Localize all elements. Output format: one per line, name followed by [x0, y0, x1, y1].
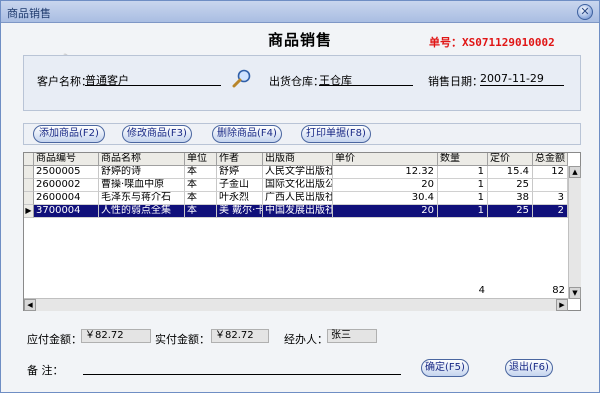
customer-label: 客户名称：: [37, 75, 92, 88]
column-header[interactable]: 数量: [438, 153, 488, 166]
sale-date-field[interactable]: 2007-11-29: [480, 72, 564, 86]
warehouse-label: 出货仓库：: [269, 75, 324, 88]
sales-window: 商品销售 ✕ 商品销售 单号：XS071129010002 客户名称： 普通客户…: [0, 0, 600, 393]
table-cell[interactable]: 本: [185, 192, 217, 205]
customer-field[interactable]: 普通客户: [85, 72, 221, 87]
delete-item-button[interactable]: 删除商品(F4): [212, 125, 282, 143]
table-cell-selected[interactable]: 3700004: [34, 205, 99, 218]
column-header[interactable]: 总金额: [533, 153, 568, 166]
items-table: 商品编号 商品名称 单位 作者 出版商 单价 数量 定价 总金额 2500005…: [23, 152, 581, 311]
row-header[interactable]: [24, 179, 34, 192]
table-cell[interactable]: 本: [185, 179, 217, 192]
table-cell-selected[interactable]: 1: [438, 205, 488, 218]
column-header[interactable]: 单位: [185, 153, 217, 166]
horizontal-scrollbar[interactable]: ◀ ▶: [24, 298, 568, 311]
table-cell-selected[interactable]: 本: [185, 205, 217, 218]
table-cell[interactable]: 12.32: [333, 166, 438, 179]
table-cell[interactable]: 38: [488, 192, 533, 205]
vertical-scrollbar[interactable]: ▲ ▼: [568, 166, 581, 299]
table-cell[interactable]: 舒婷的诗: [99, 166, 185, 179]
scroll-left-icon[interactable]: ◀: [24, 299, 36, 311]
scroll-down-icon[interactable]: ▼: [569, 287, 581, 299]
search-icon[interactable]: [232, 68, 252, 88]
memo-field[interactable]: [83, 361, 401, 375]
table-cell[interactable]: 本: [185, 166, 217, 179]
table-cell[interactable]: 2500005: [34, 166, 99, 179]
add-item-button[interactable]: 添加商品(F2): [33, 125, 105, 143]
table-cell-selected[interactable]: 2: [533, 205, 568, 218]
total-amount: 82: [552, 285, 565, 296]
table-cell[interactable]: 2600004: [34, 192, 99, 205]
table-cell[interactable]: 15.4: [488, 166, 533, 179]
table-cell[interactable]: 人民文学出版社: [263, 166, 333, 179]
total-quantity: 4: [478, 285, 485, 296]
table-cell-selected[interactable]: 25: [488, 205, 533, 218]
table-cell[interactable]: 12: [533, 166, 568, 179]
table-cell[interactable]: 叶永烈: [217, 192, 263, 205]
selected-row-marker-icon[interactable]: ▶: [24, 205, 34, 218]
memo-label: 备 注：: [27, 364, 64, 377]
column-header[interactable]: 定价: [488, 153, 533, 166]
paid-label: 实付金额：: [155, 333, 210, 346]
table-cell[interactable]: 毛泽东与蒋介石: [99, 192, 185, 205]
table-cell[interactable]: 2600002: [34, 179, 99, 192]
table-cell[interactable]: 曹操·喋血中原: [99, 179, 185, 192]
column-header[interactable]: 出版商: [263, 153, 333, 166]
table-cell[interactable]: 国际文化出版公: [263, 179, 333, 192]
table-cell-selected[interactable]: 人性的弱点全集: [99, 205, 185, 218]
handler-field[interactable]: 张三: [327, 329, 377, 343]
column-header[interactable]: 单价: [333, 153, 438, 166]
order-number: 单号：XS071129010002: [429, 36, 555, 49]
row-header[interactable]: [24, 166, 34, 179]
column-header[interactable]: 商品名称: [99, 153, 185, 166]
row-header-corner: [24, 153, 34, 166]
warehouse-field[interactable]: 王仓库: [319, 72, 413, 87]
scroll-right-icon[interactable]: ▶: [556, 299, 568, 311]
table-cell[interactable]: 子金山: [217, 179, 263, 192]
table-cell-selected[interactable]: 美 戴尔·卡: [217, 205, 263, 218]
table-cell[interactable]: 广西人民出版社: [263, 192, 333, 205]
table-cell[interactable]: 1: [438, 192, 488, 205]
table-cell[interactable]: 1: [438, 166, 488, 179]
edit-item-button[interactable]: 修改商品(F3): [122, 125, 192, 143]
payable-amount: ￥82.72: [81, 329, 151, 343]
column-header[interactable]: 作者: [217, 153, 263, 166]
handler-label: 经办人：: [284, 333, 328, 346]
window-title: 商品销售: [7, 7, 51, 20]
table-cell[interactable]: 舒婷: [217, 166, 263, 179]
table-cell[interactable]: 30.4: [333, 192, 438, 205]
table-cell[interactable]: 1: [438, 179, 488, 192]
title-bar: 商品销售 ✕: [1, 1, 599, 23]
column-header[interactable]: 商品编号: [34, 153, 99, 166]
sale-date-label: 销售日期：: [428, 75, 483, 88]
table-cell-selected[interactable]: 中国发展出版社: [263, 205, 333, 218]
table-cell[interactable]: 3: [533, 192, 568, 205]
row-header[interactable]: [24, 192, 34, 205]
paid-amount[interactable]: ￥82.72: [211, 329, 269, 343]
table-cell[interactable]: 20: [333, 179, 438, 192]
table-cell[interactable]: 25: [488, 179, 533, 192]
table-cell-selected[interactable]: 20: [333, 205, 438, 218]
print-receipt-button[interactable]: 打印单据(F8): [301, 125, 371, 143]
exit-button[interactable]: 退出(F6): [505, 359, 553, 377]
payable-label: 应付金额：: [27, 333, 82, 346]
confirm-button[interactable]: 确定(F5): [421, 359, 469, 377]
scroll-up-icon[interactable]: ▲: [569, 166, 581, 178]
table-cell[interactable]: [533, 179, 568, 192]
close-icon[interactable]: ✕: [577, 4, 593, 20]
